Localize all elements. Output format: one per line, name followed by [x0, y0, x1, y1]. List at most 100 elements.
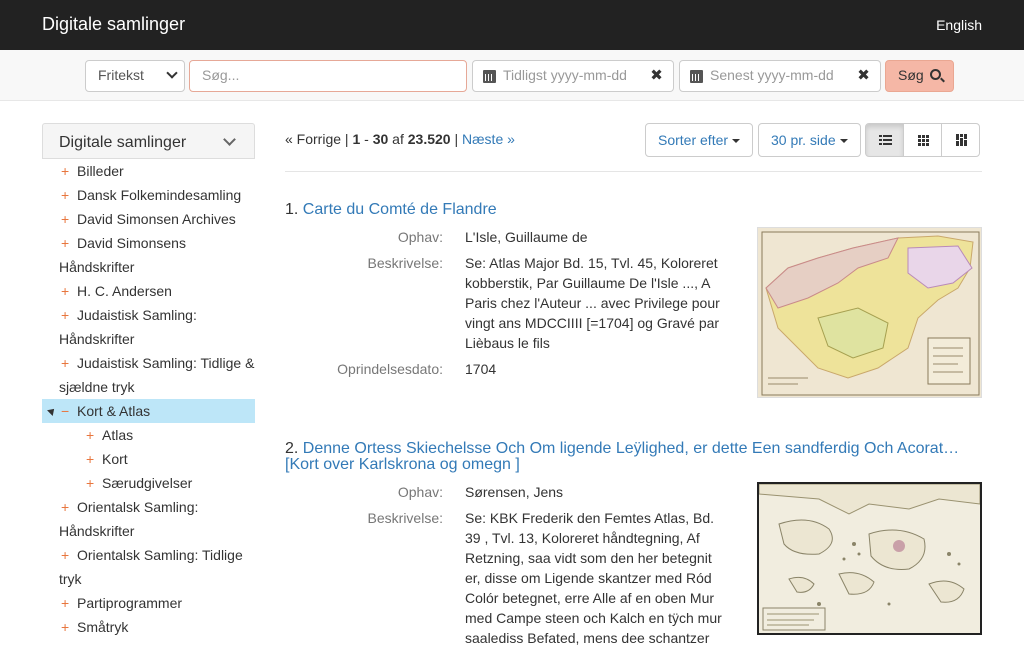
masonry-view-button[interactable]: [941, 123, 980, 157]
caret-down-icon: [839, 139, 848, 144]
expand-plus-icon[interactable]: +: [86, 471, 96, 495]
expand-plus-icon[interactable]: +: [61, 303, 71, 327]
field-label-ophav: Ophav:: [397, 229, 443, 245]
map-flanders-image: [758, 228, 981, 397]
tree-item-partiprogrammer[interactable]: + Partiprogrammer: [42, 591, 255, 615]
map-karlskrona-image: [759, 484, 980, 633]
search-submit-label: Søg: [898, 67, 924, 83]
field-label-beskrivelse: Beskrivelse:: [367, 510, 443, 526]
field-value-oprindelsesdato: 1704: [465, 361, 497, 377]
expand-plus-icon[interactable]: +: [86, 423, 96, 447]
tree-item-dansk-folkemindesamling[interactable]: + Dansk Folkemindesamling: [42, 183, 255, 207]
tree-item-label: H. C. Andersen: [77, 283, 172, 299]
field-label-oprindelsesdato: Oprindelsesdato:: [337, 361, 443, 377]
expand-plus-icon[interactable]: +: [61, 183, 71, 207]
gallery-view-button[interactable]: [903, 123, 942, 157]
expanded-triangle-icon[interactable]: [47, 406, 57, 416]
tree-item-david-simonsens-handskrifter[interactable]: + David Simonsens Håndskrifter: [42, 231, 255, 279]
list-view-button[interactable]: [865, 123, 904, 157]
collapse-minus-icon[interactable]: −: [61, 399, 71, 423]
document-number: 2.: [285, 440, 299, 457]
search-icon: [930, 69, 941, 80]
document-number: 1.: [285, 201, 299, 218]
field-value-beskrivelse: Se: KBK Frederik den Femtes Atlas, Bd. 3…: [465, 510, 722, 646]
pager-separator: |: [344, 131, 349, 147]
clear-date-from-button[interactable]: ✖: [640, 60, 674, 92]
tree-item-label: Orientalsk Samling: Tidlige tryk: [59, 547, 243, 587]
expand-plus-icon[interactable]: +: [61, 543, 71, 567]
sort-dropdown-button[interactable]: Sorter efter: [645, 123, 754, 157]
sidebar-title: Digitale samlinger: [59, 134, 187, 151]
sidebar-heading[interactable]: Digitale samlinger: [42, 123, 255, 159]
expand-plus-icon[interactable]: +: [61, 159, 71, 183]
field-label-ophav: Ophav:: [397, 484, 443, 500]
top-navbar: Digitale samlinger English: [0, 0, 1024, 50]
expand-plus-icon[interactable]: +: [61, 351, 71, 375]
tree-item-label: Judaistisk Samling: Tidlige & sjældne tr…: [59, 355, 255, 395]
map-thumbnail-1[interactable]: [757, 227, 982, 398]
per-page-dropdown-button[interactable]: 30 pr. side: [758, 123, 861, 157]
prev-page-link[interactable]: « Forrige: [285, 131, 341, 147]
date-to-input[interactable]: Senest yyyy-mm-dd: [679, 60, 851, 92]
search-submit-button[interactable]: Søg: [885, 60, 954, 92]
caret-down-icon: [732, 139, 741, 144]
tree-item-label: David Simonsen Archives: [77, 211, 236, 227]
range-end: 30: [372, 131, 389, 147]
view-type-group: [865, 123, 982, 157]
expand-plus-icon[interactable]: +: [61, 591, 71, 615]
expand-plus-icon[interactable]: +: [61, 231, 71, 255]
tree-item-smatryk[interactable]: + Småtryk: [42, 615, 255, 639]
next-page-link[interactable]: Næste »: [462, 131, 515, 147]
per-page-label: 30 pr. side: [771, 132, 836, 148]
field-value-ophav: Sørensen, Jens: [465, 484, 564, 500]
masonry-icon: [956, 134, 967, 146]
field-label-beskrivelse: Beskrivelse:: [367, 255, 443, 271]
expand-plus-icon[interactable]: +: [61, 615, 71, 639]
map-thumbnail-2[interactable]: [757, 482, 982, 635]
calendar-icon: [690, 70, 703, 83]
expand-plus-icon[interactable]: +: [61, 279, 71, 303]
pagination: « Forrige | 1 - 30 af 23.520 | Næste »: [285, 131, 515, 147]
grid-icon: [918, 135, 929, 146]
tree-item-atlas[interactable]: + Atlas: [42, 423, 255, 447]
range-dash: -: [364, 131, 369, 147]
tree-item-saerudgivelser[interactable]: + Særudgivelser: [42, 471, 255, 495]
clear-date-to-button[interactable]: ✖: [847, 60, 881, 92]
brand-link[interactable]: Digitale samlinger: [42, 14, 185, 35]
expand-plus-icon[interactable]: +: [61, 495, 71, 519]
range-start: 1: [352, 131, 361, 147]
tree-item-billeder[interactable]: + Billeder: [42, 159, 255, 183]
document-link[interactable]: Carte du Comté de Flandre: [303, 201, 497, 218]
date-to-placeholder: Senest yyyy-mm-dd: [710, 67, 834, 83]
search-field-select[interactable]: Fritekst: [85, 60, 185, 92]
tree-item-orientalsk-tidlige-tryk[interactable]: + Orientalsk Samling: Tidlige tryk: [42, 543, 255, 591]
date-from-placeholder: Tidligst yyyy-mm-dd: [503, 67, 627, 83]
date-from-input[interactable]: Tidligst yyyy-mm-dd: [472, 60, 644, 92]
divider: [285, 171, 982, 172]
sort-label: Sorter efter: [658, 132, 729, 148]
tree-item-label: Særudgivelser: [102, 475, 193, 491]
tree-item-hc-andersen[interactable]: + H. C. Andersen: [42, 279, 255, 303]
language-switch-link[interactable]: English: [936, 17, 982, 33]
pager-separator: |: [454, 131, 459, 147]
expand-plus-icon[interactable]: +: [86, 447, 96, 471]
tree-item-kort[interactable]: + Kort: [42, 447, 255, 471]
tree-item-label: Dansk Folkemindesamling: [77, 187, 242, 203]
tree-item-label: Judaistisk Samling: Håndskrifter: [59, 307, 197, 347]
field-value-ophav: L'Isle, Guillaume de: [465, 229, 588, 245]
search-field-value: Fritekst: [98, 67, 144, 83]
tree-item-kort-atlas[interactable]: − Kort & Atlas: [42, 399, 255, 423]
tree-item-label: Kort & Atlas: [77, 403, 151, 419]
chevron-down-icon: [166, 67, 178, 79]
tree-item-judaistisk-handskrifter[interactable]: + Judaistisk Samling: Håndskrifter: [42, 303, 255, 351]
tree-item-label: Partiprogrammer: [77, 595, 183, 611]
range-of: af: [392, 131, 404, 147]
search-bar: Fritekst Søg... Tidligst yyyy-mm-dd ✖ Se…: [0, 50, 1024, 101]
tree-item-orientalsk-handskrifter[interactable]: + Orientalsk Samling: Håndskrifter: [42, 495, 255, 543]
total-count: 23.520: [407, 131, 451, 147]
tree-item-david-simonsen-archives[interactable]: + David Simonsen Archives: [42, 207, 255, 231]
document-link[interactable]: Denne Ortess Skiechelsse Och Om ligende …: [285, 440, 959, 473]
tree-item-judaistisk-tidlige-tryk[interactable]: + Judaistisk Samling: Tidlige & sjældne t…: [42, 351, 255, 399]
search-input[interactable]: Søg...: [189, 60, 467, 92]
expand-plus-icon[interactable]: +: [61, 207, 71, 231]
